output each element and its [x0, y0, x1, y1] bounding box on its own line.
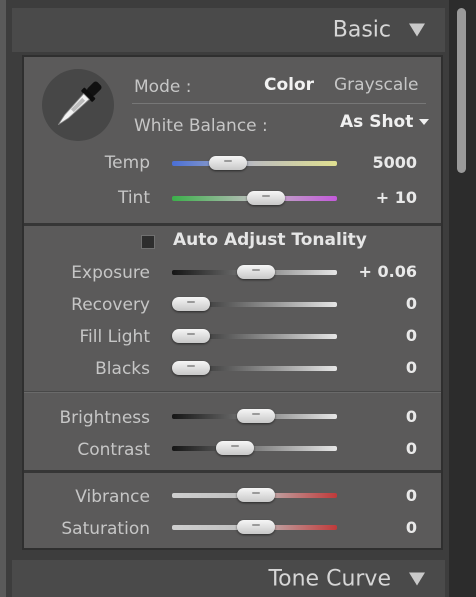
- panel-scrollbar[interactable]: [449, 0, 476, 597]
- brightness-slider-thumb[interactable]: [237, 409, 276, 423]
- brightness-label: Brightness: [59, 408, 150, 428]
- section-divider: [24, 391, 441, 392]
- section-divider: [24, 470, 441, 473]
- blacks-value[interactable]: 0: [344, 358, 417, 377]
- vibrance-slider-thumb[interactable]: [237, 488, 276, 502]
- mode-label: Mode :: [134, 77, 192, 97]
- tint-value[interactable]: + 10: [344, 188, 417, 207]
- tone-curve-panel-header[interactable]: Tone Curve: [12, 560, 445, 597]
- develop-right-panel: Basic Mode : Color Grayscale White Balan…: [0, 0, 449, 597]
- mode-grayscale-option[interactable]: Grayscale: [334, 75, 418, 95]
- fill-light-label: Fill Light: [79, 327, 150, 347]
- recovery-value[interactable]: 0: [344, 294, 417, 313]
- temp-value[interactable]: 5000: [344, 153, 417, 172]
- white-balance-label: White Balance :: [134, 116, 268, 136]
- tint-label: Tint: [117, 188, 150, 208]
- tint-slider-thumb[interactable]: [247, 191, 286, 205]
- basic-panel-header[interactable]: Basic: [12, 8, 445, 52]
- contrast-slider-thumb[interactable]: [215, 441, 254, 455]
- recovery-slider-thumb[interactable]: [172, 297, 210, 311]
- saturation-value[interactable]: 0: [344, 518, 417, 537]
- fill-light-slider-thumb[interactable]: [172, 329, 210, 343]
- contrast-value[interactable]: 0: [344, 439, 417, 458]
- white-balance-dropdown[interactable]: As Shot: [340, 112, 430, 132]
- dropdown-caret-icon: [419, 119, 430, 125]
- temp-label: Temp: [104, 153, 150, 173]
- collapse-triangle-icon[interactable]: [409, 23, 425, 37]
- scrollbar-thumb[interactable]: [457, 8, 466, 173]
- exposure-slider-thumb[interactable]: [237, 265, 276, 279]
- contrast-slider-track[interactable]: [172, 446, 337, 451]
- mode-color-option[interactable]: Color: [264, 75, 314, 95]
- auto-adjust-label[interactable]: Auto Adjust Tonality: [173, 230, 367, 250]
- vibrance-value[interactable]: 0: [344, 486, 417, 505]
- tone-curve-panel-title: Tone Curve: [268, 566, 391, 591]
- basic-panel-content: Mode : Color Grayscale White Balance : A…: [22, 55, 443, 550]
- temp-slider-track[interactable]: [172, 161, 337, 166]
- recovery-label: Recovery: [71, 295, 150, 315]
- auto-adjust-checkbox[interactable]: [141, 235, 155, 249]
- saturation-slider-thumb[interactable]: [237, 520, 276, 534]
- basic-panel-title: Basic: [332, 17, 391, 43]
- saturation-label: Saturation: [61, 519, 150, 539]
- exposure-value[interactable]: + 0.06: [344, 262, 417, 281]
- temp-slider-thumb[interactable]: [209, 156, 248, 170]
- contrast-label: Contrast: [77, 440, 150, 460]
- brightness-value[interactable]: 0: [344, 407, 417, 426]
- expand-triangle-icon[interactable]: [409, 572, 425, 585]
- blacks-slider-thumb[interactable]: [172, 361, 210, 375]
- white-balance-eyedropper-icon[interactable]: [42, 69, 114, 141]
- vibrance-label: Vibrance: [75, 487, 150, 507]
- blacks-label: Blacks: [95, 359, 150, 379]
- mode-divider: [132, 103, 426, 104]
- section-divider: [24, 223, 441, 226]
- exposure-label: Exposure: [71, 263, 150, 283]
- white-balance-value: As Shot: [340, 112, 414, 132]
- fill-light-value[interactable]: 0: [344, 326, 417, 345]
